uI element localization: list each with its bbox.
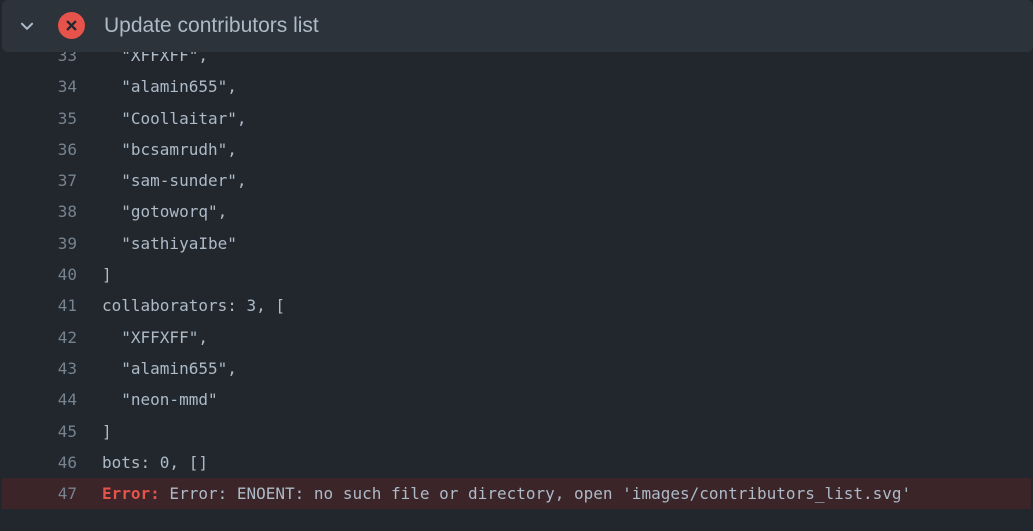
line-text: ]: [102, 421, 112, 441]
log-line: 41 collaborators: 3, [: [0, 290, 1033, 321]
line-text: "bcsamrudh",: [102, 139, 237, 159]
line-text: "Coollaitar",: [102, 108, 247, 128]
line-text: "neon-mmd": [102, 390, 218, 410]
log-line: 42 "XFFXFF",: [0, 322, 1033, 353]
line-number[interactable]: 39: [0, 228, 77, 259]
log-line: 46 bots: 0, []: [0, 447, 1033, 478]
step-header[interactable]: Update contributors list: [2, 0, 1033, 52]
log-line: 38 "gotoworq",: [0, 196, 1033, 227]
line-text: "alamin655",: [102, 358, 237, 378]
line-text: "XFFXFF",: [102, 327, 208, 347]
log-line: 36 "bcsamrudh",: [0, 134, 1033, 165]
log-output: 33 "XFFXFF", 34 "alamin655", 35 "Coollai…: [0, 40, 1033, 510]
line-number[interactable]: 41: [0, 290, 77, 321]
line-number[interactable]: 46: [0, 447, 77, 478]
log-line: 43 "alamin655",: [0, 353, 1033, 384]
line-text: "alamin655",: [102, 77, 237, 97]
chevron-down-icon[interactable]: [15, 14, 39, 38]
log-line: 39 "sathiyaIbe": [0, 228, 1033, 259]
log-line: 35 "Coollaitar",: [0, 103, 1033, 134]
line-text: bots: 0, []: [102, 452, 208, 472]
line-number[interactable]: 38: [0, 196, 77, 227]
line-number[interactable]: 42: [0, 322, 77, 353]
workflow-step-log: Update contributors list 33 "XFFXFF", 34…: [0, 0, 1033, 531]
line-number[interactable]: 36: [0, 134, 77, 165]
line-number[interactable]: 40: [0, 259, 77, 290]
line-text: "gotoworq",: [102, 202, 228, 222]
x-circle-fill-icon: [58, 12, 85, 39]
line-text: "sathiyaIbe": [102, 233, 237, 253]
line-text: "sam-sunder",: [102, 171, 247, 191]
error-message: Error: ENOENT: no such file or directory…: [159, 484, 912, 504]
line-number[interactable]: 43: [0, 353, 77, 384]
line-number[interactable]: 37: [0, 165, 77, 196]
log-line: 37 "sam-sunder",: [0, 165, 1033, 196]
line-number[interactable]: 45: [0, 416, 77, 447]
log-line: 44 "neon-mmd": [0, 384, 1033, 415]
line-text: collaborators: 3, [: [102, 296, 286, 316]
step-title: Update contributors list: [104, 14, 319, 37]
line-text: ]: [102, 265, 112, 285]
line-number[interactable]: 47: [2, 478, 77, 509]
error-text: Error: Error: ENOENT: no such file or di…: [102, 478, 911, 509]
log-line-error: 47 Error: Error: ENOENT: no such file or …: [2, 478, 1031, 510]
error-label: Error:: [102, 484, 160, 504]
log-line: 34 "alamin655",: [0, 71, 1033, 102]
log-line: 45]: [0, 416, 1033, 447]
log-line: 40]: [0, 259, 1033, 290]
line-number[interactable]: 35: [0, 103, 77, 134]
line-number[interactable]: 44: [0, 384, 77, 415]
line-number[interactable]: 34: [0, 71, 77, 102]
